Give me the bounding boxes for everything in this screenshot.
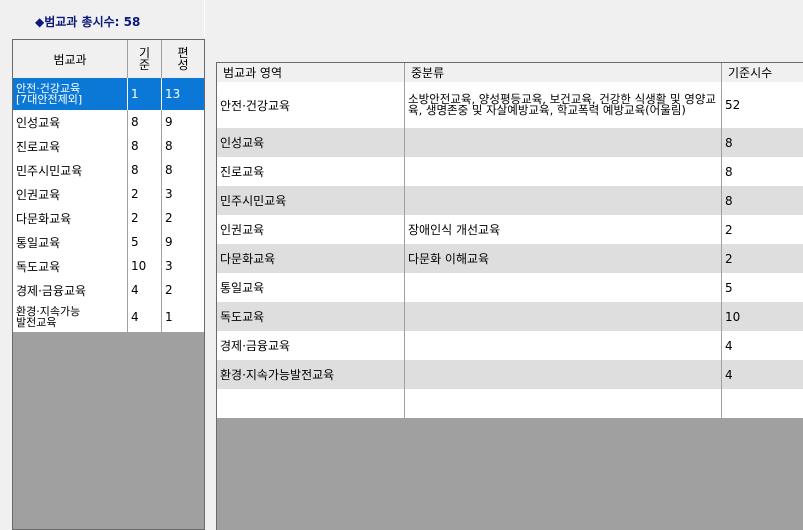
- cell-area: 민주시민교육: [217, 186, 405, 215]
- cell-standard: 4: [128, 278, 162, 302]
- table-row[interactable]: 안전·건강교육 소방안전교육, 양성평등교육, 보건교육, 건강한 식생활 및 …: [217, 82, 803, 129]
- table-row[interactable]: 인권교육 2 3: [13, 182, 204, 207]
- cell-area: [217, 389, 405, 418]
- cell-standard: 8: [128, 134, 162, 158]
- table-row[interactable]: 다문화교육 2 2: [13, 206, 204, 231]
- header-standard[interactable]: 기준: [128, 40, 162, 78]
- cell-hours: 4: [725, 338, 733, 353]
- cell-hours: 5: [725, 280, 733, 295]
- header-organized-label: 편성: [177, 46, 189, 72]
- cell-organized: 8: [165, 139, 173, 153]
- cell-area: 경제·금융교육: [217, 331, 405, 360]
- cell-subject: 진로교육: [13, 134, 128, 158]
- table-row-empty[interactable]: [217, 389, 803, 419]
- table-row[interactable]: 경제·금융교육 4 2: [13, 278, 204, 303]
- cell-standard: 2: [128, 182, 162, 206]
- header-organized[interactable]: 편성: [162, 40, 204, 78]
- cell-subject: 통일교육: [13, 230, 128, 254]
- cell-hours: 4: [725, 367, 733, 382]
- cell-subject: 독도교육: [13, 254, 128, 278]
- cell-organized: 9: [165, 235, 173, 249]
- cell-subject: 환경·지속가능 발전교육: [13, 302, 128, 332]
- table-row[interactable]: 환경·지속가능 발전교육 4 1: [13, 302, 204, 333]
- cell-subject: 다문화교육: [13, 206, 128, 230]
- cell-area: 독도교육: [217, 302, 405, 331]
- header-standard-label: 기준: [138, 46, 151, 72]
- cell-area: 환경·지속가능발전교육: [217, 360, 405, 389]
- right-grid-header: 범교과 영역 중분류 기준시수: [217, 63, 803, 83]
- cell-area: 안전·건강교육: [217, 82, 405, 128]
- cell-subcategory: 소방안전교육, 양성평등교육, 보건교육, 건강한 식생활 및 영양교육, 생명…: [405, 82, 722, 128]
- header-subject[interactable]: 범교과: [13, 40, 128, 78]
- cell-hours: 2: [725, 251, 733, 266]
- cell-organized: 13: [165, 87, 181, 101]
- cell-subcategory: [405, 331, 722, 360]
- cell-organized: 8: [165, 163, 173, 177]
- cell-standard: 8: [128, 158, 162, 182]
- cell-subcategory: [405, 273, 722, 302]
- cell-standard: 5: [128, 230, 162, 254]
- table-row[interactable]: 통일교육 5 9: [13, 230, 204, 255]
- table-row[interactable]: 진로교육 8 8: [13, 134, 204, 159]
- cell-subcategory: [405, 128, 722, 157]
- table-row[interactable]: 인성교육 8: [217, 128, 803, 158]
- cell-organized: 3: [165, 187, 173, 201]
- cell-area: 인권교육: [217, 215, 405, 244]
- table-row[interactable]: 민주시민교육 8 8: [13, 158, 204, 183]
- cell-area: 인성교육: [217, 128, 405, 157]
- table-row[interactable]: 안전·건강교육 [7대안전제외] 1 13: [13, 78, 204, 111]
- left-grid-header: 범교과 기준 편성: [13, 40, 204, 79]
- cell-subcategory: 다문화 이해교육: [405, 244, 722, 273]
- cell-standard: 10: [128, 254, 162, 278]
- cell-standard: 1: [128, 78, 162, 110]
- cell-organized: 3: [165, 259, 173, 273]
- cell-hours: 2: [725, 222, 733, 237]
- cell-organized: 9: [165, 115, 173, 129]
- cell-subject: 경제·금융교육: [13, 278, 128, 302]
- cell-subcategory: [405, 302, 722, 331]
- cell-area: 통일교육: [217, 273, 405, 302]
- table-row[interactable]: 독도교육 10: [217, 302, 803, 332]
- detail-grid[interactable]: 범교과 영역 중분류 기준시수 안전·건강교육 소방안전교육, 양성평등교육, …: [216, 62, 803, 530]
- table-row[interactable]: 통일교육 5: [217, 273, 803, 303]
- cell-subject: 민주시민교육: [13, 158, 128, 182]
- cell-organized: 2: [165, 283, 173, 297]
- cell-hours: 10: [725, 309, 741, 324]
- cell-standard: 8: [128, 110, 162, 134]
- header-hours[interactable]: 기준시수: [722, 63, 803, 82]
- cell-organized: 2: [165, 211, 173, 225]
- cell-standard: 4: [128, 302, 162, 332]
- header-area[interactable]: 범교과 영역: [217, 63, 405, 82]
- table-row[interactable]: 경제·금융교육 4: [217, 331, 803, 361]
- cell-subcategory: [405, 360, 722, 389]
- table-row[interactable]: 환경·지속가능발전교육 4: [217, 360, 803, 390]
- subject-summary-grid[interactable]: 범교과 기준 편성 안전·건강교육 [7대안전제외] 1 13 인성교육 8 9 …: [12, 39, 205, 530]
- cell-hours: 8: [725, 135, 733, 150]
- cell-hours: 52: [725, 98, 741, 112]
- cell-subcategory: [405, 389, 722, 418]
- cell-subject: 인성교육: [13, 110, 128, 134]
- table-row[interactable]: 다문화교육 다문화 이해교육 2: [217, 244, 803, 274]
- table-row[interactable]: 인성교육 8 9: [13, 110, 204, 135]
- cell-area: 진로교육: [217, 157, 405, 186]
- cell-subcategory: 장애인식 개선교육: [405, 215, 722, 244]
- total-hours-label: ◆범교과 총시수: 58: [35, 15, 141, 29]
- header-subcategory[interactable]: 중분류: [405, 63, 722, 82]
- cell-hours: [722, 389, 803, 418]
- cell-subcategory: [405, 157, 722, 186]
- cell-area: 다문화교육: [217, 244, 405, 273]
- cell-subject: 인권교육: [13, 182, 128, 206]
- cell-subcategory: [405, 186, 722, 215]
- cell-subject: 안전·건강교육 [7대안전제외]: [13, 78, 128, 110]
- table-row[interactable]: 민주시민교육 8: [217, 186, 803, 216]
- table-row[interactable]: 진로교육 8: [217, 157, 803, 187]
- table-row[interactable]: 인권교육 장애인식 개선교육 2: [217, 215, 803, 245]
- cell-hours: 8: [725, 193, 733, 208]
- cell-organized: 1: [165, 310, 173, 324]
- cell-hours: 8: [725, 164, 733, 179]
- header-subject-label: 범교과: [53, 52, 87, 67]
- cell-standard: 2: [128, 206, 162, 230]
- table-row[interactable]: 독도교육 10 3: [13, 254, 204, 279]
